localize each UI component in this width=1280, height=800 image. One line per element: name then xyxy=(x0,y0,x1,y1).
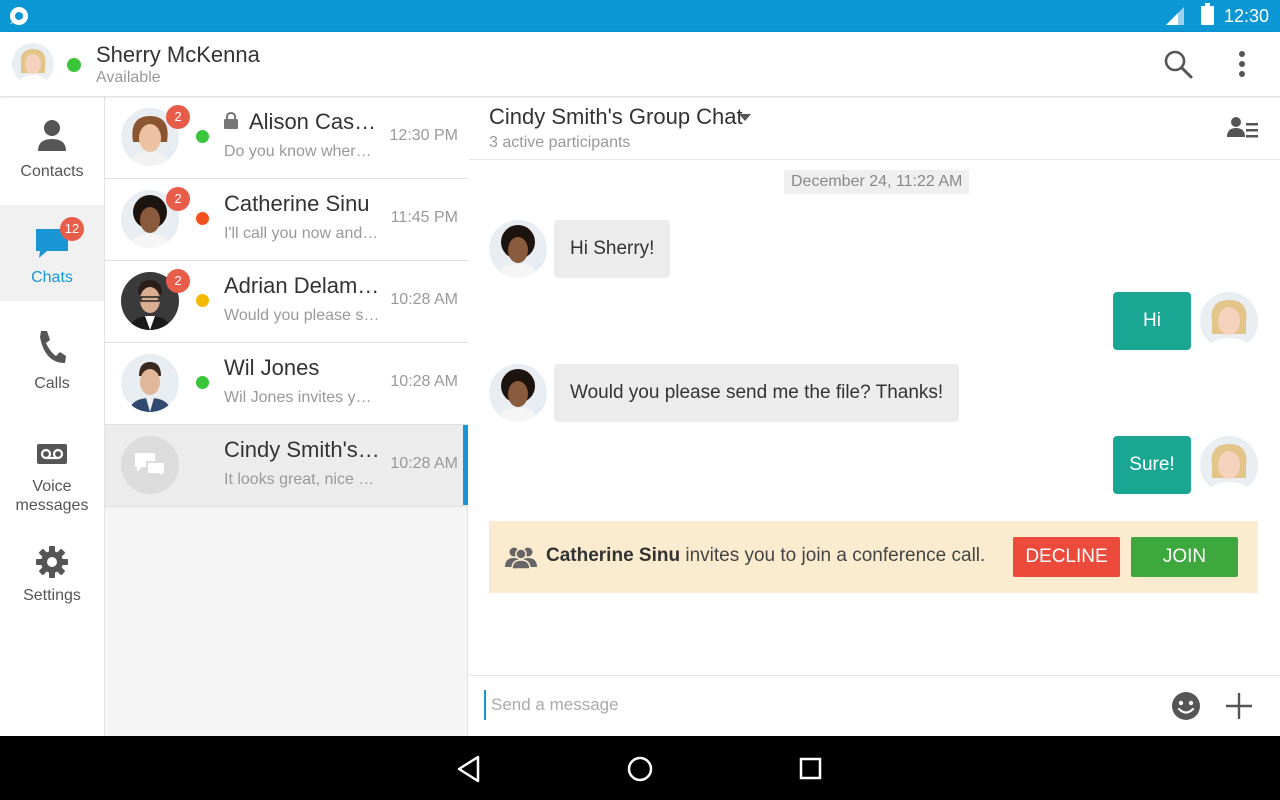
presence-dot xyxy=(196,212,209,225)
chat-time: 10:28 AM xyxy=(390,291,458,308)
message-bubble-outgoing[interactable]: Hi xyxy=(1113,292,1191,350)
app-logo-icon xyxy=(10,7,28,25)
user-avatar[interactable] xyxy=(12,43,54,85)
unread-badge: 2 xyxy=(166,187,190,211)
battery-icon xyxy=(1201,3,1214,25)
nav-contacts[interactable]: Contacts xyxy=(0,105,104,205)
add-attachment-icon[interactable] xyxy=(1224,691,1254,721)
conversation-title[interactable]: Cindy Smith's Group Chat xyxy=(489,104,743,130)
group-icon xyxy=(505,547,537,569)
more-options-icon[interactable] xyxy=(1228,48,1256,80)
participants-count: 3 active participants xyxy=(489,134,631,151)
nav-voice-messages[interactable]: Voice messages xyxy=(0,425,104,525)
group-chat-avatar xyxy=(121,436,179,494)
chat-name: Alison Cassidy xyxy=(249,109,381,134)
chat-list-item[interactable]: 2 Adrian Delamico Would you please send … xyxy=(105,261,468,343)
sender-avatar xyxy=(489,364,547,422)
conversation-pane: Cindy Smith's Group Chat 3 active partic… xyxy=(469,97,1280,736)
message-composer xyxy=(469,675,1280,736)
caret-down-icon[interactable] xyxy=(739,114,751,122)
nav-chats-label: Chats xyxy=(31,269,73,286)
chat-preview: Wil Jones invites you to a call xyxy=(224,389,380,406)
contact-avatar xyxy=(121,354,179,412)
chat-time: 10:28 AM xyxy=(390,373,458,390)
message-bubble-incoming[interactable]: Would you please send me the file? Thank… xyxy=(554,364,960,422)
back-icon[interactable] xyxy=(456,755,482,783)
chat-time: 11:45 PM xyxy=(390,209,458,226)
unread-badge: 2 xyxy=(166,269,190,293)
chat-preview: Would you please send me the file? xyxy=(224,307,380,324)
message-bubble-outgoing[interactable]: Sure! xyxy=(1113,436,1191,494)
invite-text: Catherine Sinu invites you to join a con… xyxy=(546,545,985,567)
chat-list-item[interactable]: 2 Catherine Sinu I'll call you now and w… xyxy=(105,179,468,261)
presence-available-dot xyxy=(67,58,81,72)
system-navigation-bar xyxy=(0,736,1280,800)
invite-message: invites you to join a conference call. xyxy=(680,545,986,566)
chats-unread-badge: 12 xyxy=(60,217,84,241)
status-bar: 12:30 xyxy=(0,0,1280,32)
nav-contacts-label: Contacts xyxy=(20,163,84,180)
chat-list: 2 Alison Cassidy Do you know where's the… xyxy=(105,97,468,736)
app-header: Sherry McKenna Available xyxy=(0,32,1280,97)
text-cursor xyxy=(484,690,486,720)
phone-icon xyxy=(40,331,66,363)
person-icon xyxy=(38,120,66,151)
side-navigation: Contacts 12 Chats Calls Voice messages S… xyxy=(0,97,105,736)
nav-chats[interactable]: 12 Chats xyxy=(0,205,104,301)
conference-invite-banner: Catherine Sinu invites you to join a con… xyxy=(489,521,1258,593)
recent-apps-icon[interactable] xyxy=(798,756,824,782)
chat-time: 12:30 PM xyxy=(389,127,458,144)
user-status[interactable]: Available xyxy=(96,69,161,87)
chat-name: Adrian Delamico xyxy=(224,273,384,298)
date-divider: December 24, 11:22 AM xyxy=(784,170,970,194)
gear-icon xyxy=(36,546,68,578)
lock-icon xyxy=(224,112,238,129)
nav-voice-messages-label: Voice messages xyxy=(15,478,89,514)
conversation-header: Cindy Smith's Group Chat 3 active partic… xyxy=(469,97,1280,160)
message-input[interactable] xyxy=(491,688,1141,722)
chat-time: 10:28 AM xyxy=(390,455,458,472)
search-icon[interactable] xyxy=(1162,48,1194,80)
chat-name: Catherine Sinu xyxy=(224,191,370,216)
presence-dot xyxy=(196,130,209,143)
nav-calls[interactable]: Calls xyxy=(0,317,104,407)
own-avatar xyxy=(1200,436,1258,494)
invite-from: Catherine Sinu xyxy=(546,545,681,566)
chat-list-item[interactable]: 2 Alison Cassidy Do you know where's the… xyxy=(105,97,468,179)
chat-name: Wil Jones xyxy=(224,355,320,380)
own-avatar xyxy=(1200,292,1258,350)
chat-preview: It looks great, nice work! xyxy=(224,471,380,488)
message-bubble-incoming[interactable]: Hi Sherry! xyxy=(554,220,671,278)
user-name: Sherry McKenna xyxy=(96,42,260,67)
participants-list-icon[interactable] xyxy=(1227,115,1259,141)
voicemail-icon xyxy=(37,444,67,464)
clock: 12:30 xyxy=(1224,6,1270,26)
unread-badge: 2 xyxy=(166,105,190,129)
nav-settings-label: Settings xyxy=(23,587,81,604)
nav-settings[interactable]: Settings xyxy=(0,537,104,627)
emoji-icon[interactable] xyxy=(1171,691,1201,721)
presence-dot xyxy=(196,376,209,389)
chat-preview: I'll call you now and we'll talk xyxy=(224,225,380,242)
home-icon[interactable] xyxy=(626,755,654,783)
chat-preview: Do you know where's the meeting? xyxy=(224,143,380,160)
chat-list-item-selected[interactable]: Cindy Smith's Group Chat It looks great,… xyxy=(105,425,468,507)
presence-dot xyxy=(196,294,209,307)
signal-icon xyxy=(1166,7,1184,25)
chat-name: Cindy Smith's Group Chat xyxy=(224,437,384,462)
group-chat-icon xyxy=(121,436,179,494)
join-button[interactable]: JOIN xyxy=(1131,537,1238,577)
sender-avatar xyxy=(489,220,547,278)
decline-button[interactable]: DECLINE xyxy=(1013,537,1120,577)
chat-list-item[interactable]: Wil Jones Wil Jones invites you to a cal… xyxy=(105,343,468,425)
nav-calls-label: Calls xyxy=(34,375,70,392)
